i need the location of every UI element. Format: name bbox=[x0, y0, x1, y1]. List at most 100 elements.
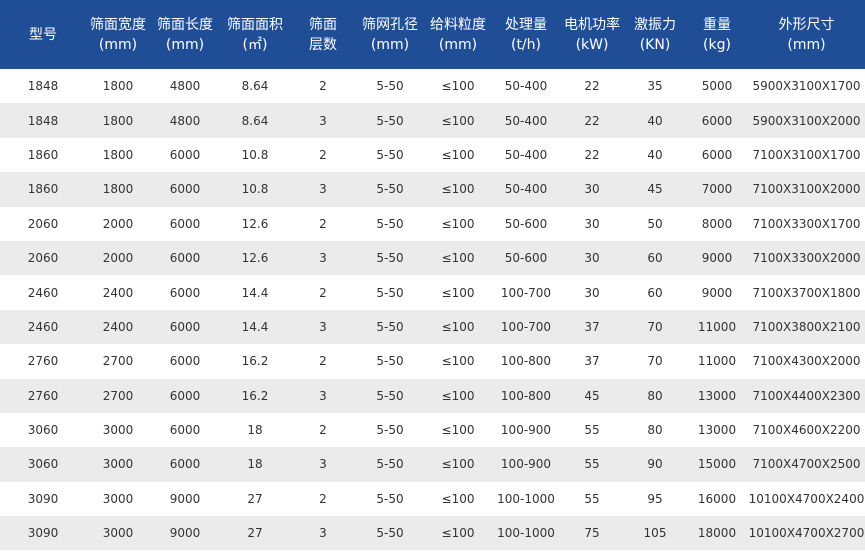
table-cell: 14.4 bbox=[220, 309, 290, 345]
table-cell: 10.8 bbox=[220, 137, 290, 173]
table-cell: 5-50 bbox=[356, 69, 424, 104]
column-header: 外形尺寸 (mm) bbox=[748, 0, 865, 69]
table-cell: 6000 bbox=[150, 172, 220, 207]
column-header-unit: (mm) bbox=[438, 36, 478, 53]
table-cell: 27 bbox=[220, 516, 290, 551]
table-cell: 16.2 bbox=[220, 378, 290, 413]
table-cell: 30 bbox=[560, 206, 624, 241]
table-cell: 7100X3700X1800 bbox=[748, 275, 865, 310]
column-header: 型号 bbox=[0, 0, 86, 69]
table-cell: 2700 bbox=[86, 344, 150, 379]
table-cell: 11000 bbox=[686, 344, 748, 379]
table-cell: 5-50 bbox=[356, 481, 424, 517]
table-cell: 9000 bbox=[686, 240, 748, 276]
column-header-unit: (KN) bbox=[639, 36, 671, 53]
table-cell: 1800 bbox=[86, 172, 150, 207]
table-cell: 50 bbox=[624, 206, 686, 241]
table-cell: 7100X4300X2000 bbox=[748, 344, 865, 379]
table-cell: 80 bbox=[624, 378, 686, 413]
table-cell: ≤100 bbox=[424, 275, 492, 310]
table-cell: 5-50 bbox=[356, 344, 424, 379]
column-header-unit: (㎡) bbox=[242, 36, 268, 53]
table-cell: 12.6 bbox=[220, 206, 290, 241]
table-cell: 30 bbox=[560, 275, 624, 310]
table-cell: 60 bbox=[624, 275, 686, 310]
table-cell: 100-900 bbox=[492, 412, 560, 448]
table-cell: 1860 bbox=[0, 172, 86, 207]
table-cell: 37 bbox=[560, 344, 624, 379]
table-cell: 1848 bbox=[0, 69, 86, 104]
table-cell: 3000 bbox=[86, 447, 150, 482]
table-cell: 6000 bbox=[686, 137, 748, 173]
table-cell: 40 bbox=[624, 103, 686, 138]
column-header: 筛面 层数 bbox=[290, 0, 356, 69]
table-cell: 6000 bbox=[150, 137, 220, 173]
table-cell: 100-900 bbox=[492, 447, 560, 482]
table-cell: 100-1000 bbox=[492, 516, 560, 551]
table-cell: 2460 bbox=[0, 275, 86, 310]
table-cell: 3 bbox=[290, 516, 356, 551]
table-cell: 100-800 bbox=[492, 344, 560, 379]
table-cell: 80 bbox=[624, 412, 686, 448]
column-header: 重量 (kg) bbox=[686, 0, 748, 69]
table-cell: 5-50 bbox=[356, 516, 424, 551]
table-cell: 55 bbox=[560, 412, 624, 448]
table-row: 1848 1800 4800 8.64 2 5-50 ≤100 50-400 22 35 5000 5… bbox=[0, 69, 865, 104]
table-cell: 15000 bbox=[686, 447, 748, 482]
table-cell: 60 bbox=[624, 240, 686, 276]
table-cell: 5900X3100X2000 bbox=[748, 103, 865, 138]
table-cell: 2 bbox=[290, 137, 356, 173]
table-cell: 6000 bbox=[150, 412, 220, 448]
table-cell: 10100X4700X2700 bbox=[748, 516, 865, 551]
table-cell: 55 bbox=[560, 481, 624, 517]
table-row: 2460 2400 6000 14.4 2 5-50 ≤100 100-700 30 60 9000… bbox=[0, 275, 865, 310]
table-cell: 3 bbox=[290, 172, 356, 207]
table-cell: 14.4 bbox=[220, 275, 290, 310]
table-cell: 30 bbox=[560, 172, 624, 207]
table-cell: 50-400 bbox=[492, 172, 560, 207]
table-cell: 18000 bbox=[686, 516, 748, 551]
table-cell: 5-50 bbox=[356, 412, 424, 448]
column-header-label: 外形尺寸 bbox=[778, 16, 835, 33]
table-cell: 7100X3300X1700 bbox=[748, 206, 865, 241]
table-cell: ≤100 bbox=[424, 206, 492, 241]
table-cell: 50-600 bbox=[492, 240, 560, 276]
table-row: 2460 2400 6000 14.4 3 5-50 ≤100 100-700 37 70 1100… bbox=[0, 309, 865, 345]
table-cell: 3090 bbox=[0, 481, 86, 517]
table-row: 2760 2700 6000 16.2 3 5-50 ≤100 100-800 45 80 1300… bbox=[0, 378, 865, 413]
column-header-unit: (t/h) bbox=[510, 36, 541, 53]
table-cell: 100-700 bbox=[492, 309, 560, 345]
column-header-unit: (mm) bbox=[165, 36, 205, 53]
table-row: 3060 3000 6000 18 3 5-50 ≤100 100-900 55 90 15000 7… bbox=[0, 447, 865, 482]
table-cell: 70 bbox=[624, 344, 686, 379]
table-cell: 3 bbox=[290, 103, 356, 138]
table-cell: 40 bbox=[624, 137, 686, 173]
table-body: 1848 1800 4800 8.64 2 5-50 ≤100 50-400 22 35 5000 5… bbox=[0, 69, 865, 551]
table-cell: 10.8 bbox=[220, 172, 290, 207]
column-header: 筛面宽度 (mm) bbox=[86, 0, 150, 69]
table-cell: 105 bbox=[624, 516, 686, 551]
table-cell: 10100X4700X2400 bbox=[748, 481, 865, 517]
table-row: 1860 1800 6000 10.8 2 5-50 ≤100 50-400 22 40 6000 7… bbox=[0, 137, 865, 173]
table-cell: 6000 bbox=[150, 447, 220, 482]
table-cell: ≤100 bbox=[424, 137, 492, 173]
table-row: 3060 3000 6000 18 2 5-50 ≤100 100-900 55 80 13000 7… bbox=[0, 412, 865, 448]
table-cell: 100-1000 bbox=[492, 481, 560, 517]
table-cell: 2 bbox=[290, 69, 356, 104]
column-header-unit: (mm) bbox=[98, 36, 138, 53]
table-cell: 12.6 bbox=[220, 240, 290, 276]
table-cell: 2400 bbox=[86, 309, 150, 345]
table-cell: 18 bbox=[220, 412, 290, 448]
table-cell: 11000 bbox=[686, 309, 748, 345]
table-cell: 70 bbox=[624, 309, 686, 345]
table-cell: 90 bbox=[624, 447, 686, 482]
table-cell: 9000 bbox=[150, 516, 220, 551]
table-cell: 95 bbox=[624, 481, 686, 517]
table-cell: 6000 bbox=[150, 344, 220, 379]
table-cell: ≤100 bbox=[424, 69, 492, 104]
table-cell: 37 bbox=[560, 309, 624, 345]
table-cell: 16000 bbox=[686, 481, 748, 517]
table-cell: 9000 bbox=[686, 275, 748, 310]
table-cell: 1848 bbox=[0, 103, 86, 138]
column-header: 处理量 (t/h) bbox=[492, 0, 560, 69]
